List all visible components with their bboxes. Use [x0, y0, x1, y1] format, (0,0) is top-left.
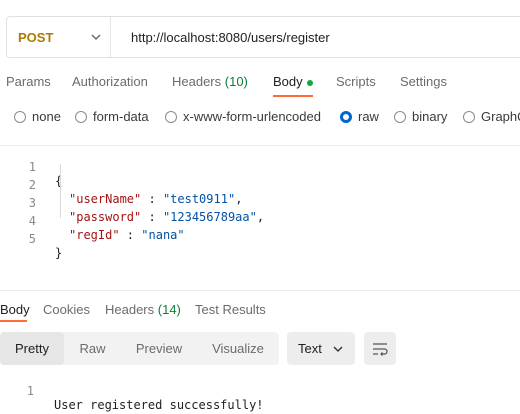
tab-label: Headers — [172, 74, 222, 89]
tab-scripts[interactable]: Scripts — [336, 74, 376, 89]
request-url-bar: POST http://localhost:8080/users/registe… — [6, 16, 520, 58]
tab-label: Authorization — [72, 74, 148, 89]
tab-count: (14) — [157, 302, 181, 317]
radio-selected-icon — [340, 110, 352, 123]
code-line: 1 { — [0, 146, 520, 188]
response-view-modes: Pretty Raw Preview Visualize — [0, 332, 279, 365]
chevron-down-icon — [91, 34, 101, 41]
divider — [0, 290, 520, 291]
modified-dot-icon — [306, 79, 313, 86]
indent-guide — [60, 164, 61, 218]
radio-label: none — [32, 109, 61, 124]
tab-label: Params — [6, 74, 51, 89]
tab-params[interactable]: Params — [6, 74, 51, 89]
code-line: 3 "password" : "123456789aa", — [0, 182, 520, 224]
response-tab-cookies[interactable]: Cookies — [43, 302, 90, 317]
response-tabs: Body Cookies Headers (14) Test Results — [0, 300, 520, 320]
code-text: } — [55, 246, 63, 260]
response-tab-test-results[interactable]: Test Results — [195, 302, 266, 317]
tab-count: (10) — [224, 74, 248, 89]
radio-icon — [165, 110, 177, 123]
line-number: 1 — [26, 384, 34, 398]
mode-raw-button[interactable]: Raw — [64, 332, 121, 365]
chevron-down-icon — [333, 346, 343, 353]
radio-label: binary — [412, 109, 448, 124]
code-line: 2 "userName" : "test0911", — [0, 164, 520, 206]
tab-label: Test Results — [195, 302, 266, 317]
radio-none[interactable]: none — [14, 109, 61, 124]
method-selector[interactable]: POST — [7, 17, 111, 57]
response-tab-headers[interactable]: Headers (14) — [105, 302, 181, 317]
line-number: 5 — [28, 232, 36, 246]
request-tabs: Params Authorization Headers (10) Body S… — [0, 72, 520, 98]
response-text: User registered successfully! — [54, 398, 264, 412]
radio-raw[interactable]: raw — [340, 109, 379, 124]
radio-form-data[interactable]: form-data — [75, 109, 149, 124]
radio-label: form-data — [93, 109, 149, 124]
mode-preview-button[interactable]: Preview — [121, 332, 197, 365]
mode-pretty-button[interactable]: Pretty — [0, 332, 64, 365]
method-label: POST — [18, 29, 54, 45]
radio-icon — [14, 110, 26, 123]
tab-label: Headers — [105, 302, 155, 317]
radio-graphql[interactable]: GraphQ — [463, 109, 520, 124]
body-type-radio-group: none form-data x-www-form-urlencoded raw… — [0, 108, 520, 128]
radio-x-www-form-urlencoded[interactable]: x-www-form-urlencoded — [165, 109, 321, 124]
tab-settings[interactable]: Settings — [400, 74, 447, 89]
wrap-lines-icon — [373, 342, 388, 356]
radio-icon — [463, 110, 475, 123]
active-tab-indicator — [0, 320, 27, 322]
radio-label: GraphQ — [481, 109, 520, 124]
tab-authorization[interactable]: Authorization — [72, 74, 148, 89]
tab-label: Cookies — [43, 302, 90, 317]
tab-label: Body — [0, 302, 30, 317]
url-input[interactable]: http://localhost:8080/users/register — [131, 30, 330, 45]
code-line: 4 "regId" : "nana" — [0, 200, 520, 242]
response-tab-body[interactable]: Body — [0, 302, 30, 317]
tab-body[interactable]: Body — [273, 74, 313, 89]
radio-icon — [75, 110, 87, 123]
format-label: Text — [298, 341, 322, 356]
format-dropdown[interactable]: Text — [287, 332, 355, 365]
tab-label: Scripts — [336, 74, 376, 89]
radio-binary[interactable]: binary — [394, 109, 447, 124]
wrap-lines-button[interactable] — [364, 332, 396, 365]
response-body-line: 1 User registered successfully! — [0, 370, 520, 412]
active-tab-indicator — [273, 95, 313, 97]
radio-label: x-www-form-urlencoded — [183, 109, 321, 124]
mode-visualize-button[interactable]: Visualize — [197, 332, 279, 365]
tab-label: Body — [273, 74, 303, 89]
radio-label: raw — [358, 109, 379, 124]
code-line: 5 } — [0, 218, 520, 260]
radio-icon — [394, 110, 406, 123]
tab-headers[interactable]: Headers (10) — [172, 74, 248, 89]
tab-label: Settings — [400, 74, 447, 89]
